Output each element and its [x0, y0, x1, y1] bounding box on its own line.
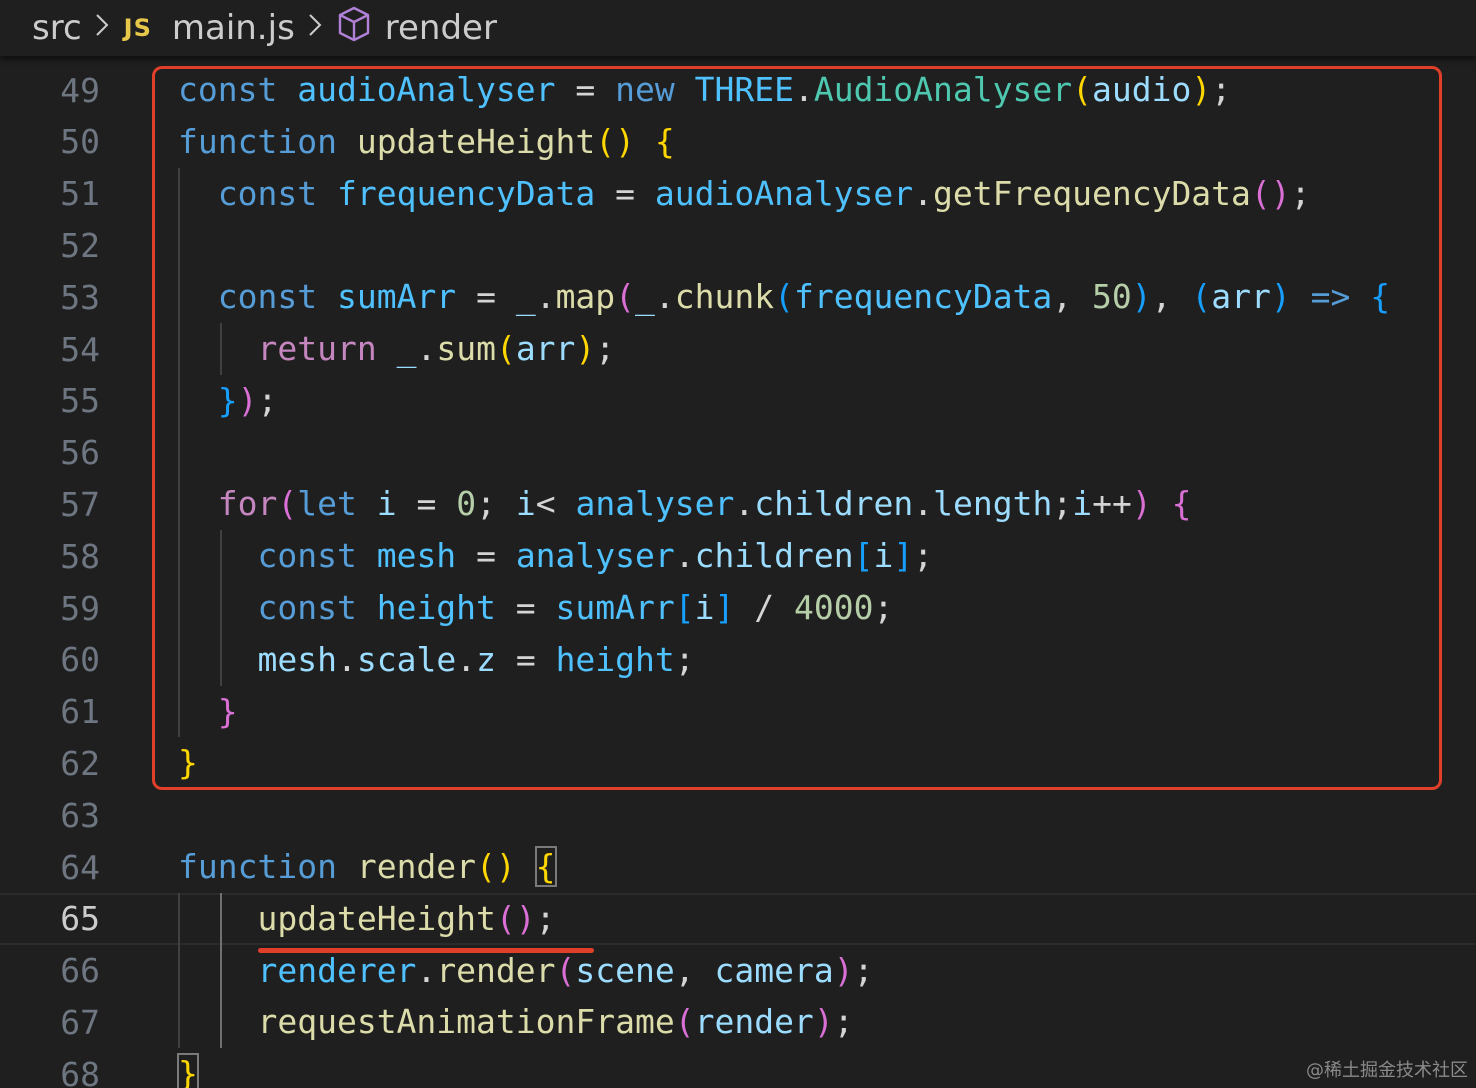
line-number: 64: [60, 847, 100, 887]
breadcrumb-folder-label: src: [32, 8, 82, 48]
line-number: 58: [60, 536, 100, 576]
chevron-right-icon: [94, 8, 110, 48]
annotation-underline: [258, 948, 594, 953]
code-text: }: [177, 1048, 199, 1088]
breadcrumb-file-label: main.js: [171, 8, 295, 48]
line-number: 50: [60, 122, 100, 162]
code-text: updateHeight();: [257, 898, 556, 938]
indent-guide: [219, 892, 222, 1049]
code-line-64[interactable]: 64 function render() {: [0, 841, 1476, 893]
line-number: 67: [60, 1002, 100, 1042]
line-number: 63: [60, 795, 100, 835]
line-number: 51: [60, 174, 100, 214]
line-number: 66: [60, 951, 100, 991]
code-line-63[interactable]: 63: [0, 789, 1476, 841]
breadcrumb-file[interactable]: JS main.js: [124, 8, 295, 48]
line-number: 60: [60, 640, 100, 680]
breadcrumb-symbol[interactable]: render: [337, 6, 497, 51]
annotation-highlight-box: [152, 66, 1442, 790]
line-number: 54: [60, 329, 100, 369]
line-number: 65: [60, 899, 100, 939]
breadcrumb-folder[interactable]: src: [32, 8, 82, 48]
line-number: 55: [60, 381, 100, 421]
line-number: 56: [60, 433, 100, 473]
code-line-68[interactable]: 68}: [0, 1048, 1476, 1088]
line-number: 68: [60, 1054, 100, 1088]
chevron-right-icon: [307, 8, 323, 48]
line-number: 49: [60, 70, 100, 110]
line-number: 53: [60, 277, 100, 317]
line-number: 59: [60, 588, 100, 628]
cube-method-icon: [337, 6, 371, 51]
code-text: function render() {: [178, 846, 557, 887]
code-text: requestAnimationFrame(render);: [257, 1002, 854, 1042]
indent-guide: [178, 892, 180, 1049]
watermark: @稀土掘金技术社区: [1306, 1060, 1468, 1081]
breadcrumb-symbol-label: render: [384, 8, 497, 48]
line-number: 61: [60, 692, 100, 732]
line-number: 52: [60, 225, 100, 265]
javascript-file-icon: JS: [123, 14, 152, 42]
breadcrumb: src JS main.js render: [0, 0, 1476, 56]
line-number: 62: [60, 743, 100, 783]
line-number: 57: [60, 484, 100, 524]
